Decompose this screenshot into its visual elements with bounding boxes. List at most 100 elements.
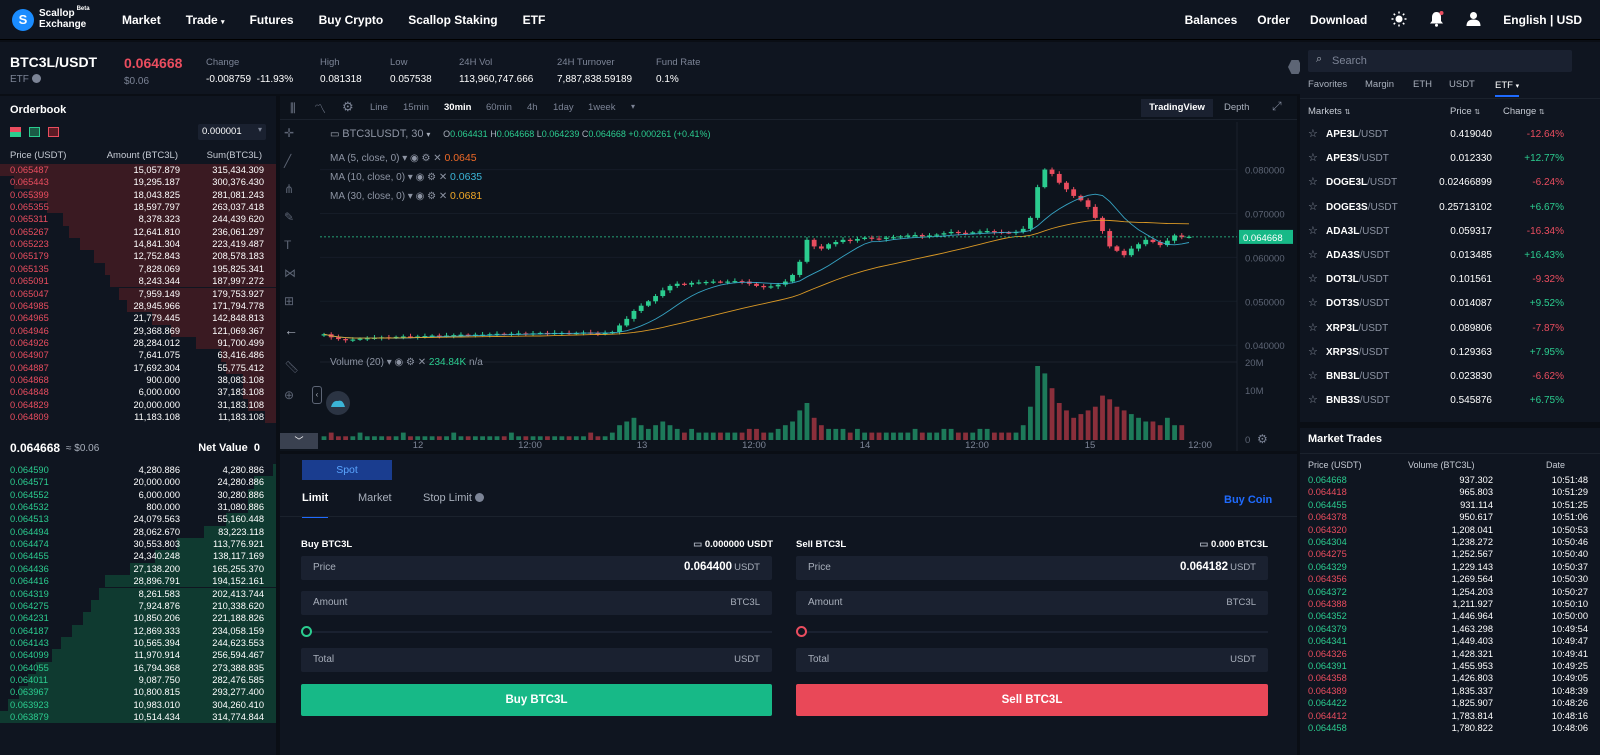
- market-row[interactable]: ☆ APE3S/USDT 0.012330 +12.77%: [1300, 147, 1568, 171]
- orderbook-bid-row[interactable]: 0.064011 9,087.750 282,476.585: [0, 673, 276, 687]
- sun-icon[interactable]: [1391, 11, 1407, 30]
- orderbook-ask-row[interactable]: 0.064907 7,641.075 63,416.486: [0, 349, 276, 362]
- orderbook-bid-row[interactable]: 0.064455 24,340.248 138,117.169: [0, 550, 276, 563]
- orderbook-bid-row[interactable]: 0.064231 10,850.206 221,188.826: [0, 612, 276, 625]
- star-icon[interactable]: ☆: [1308, 321, 1318, 334]
- orderbook-ask-row[interactable]: 0.065355 18,597.797 263,037.418: [0, 201, 276, 214]
- star-icon[interactable]: ☆: [1308, 369, 1318, 382]
- orderbook-bid-row[interactable]: 0.064055 16,794.368 273,388.835: [0, 661, 276, 674]
- tf-4h[interactable]: 4h: [527, 102, 538, 113]
- tab-etf[interactable]: ETF ▾: [1495, 80, 1520, 97]
- slider-handle[interactable]: [301, 626, 312, 637]
- info-icon[interactable]: [31, 74, 41, 83]
- back-arrow-icon[interactable]: ←: [284, 322, 312, 360]
- collapse-icon[interactable]: ▭: [330, 129, 339, 140]
- user-icon[interactable]: [1466, 11, 1481, 29]
- orderbook-bid-row[interactable]: 0.063879 10,514.434 314,774.844: [0, 711, 276, 724]
- nav-download[interactable]: Download: [1310, 13, 1367, 27]
- orderbook-ask-row[interactable]: 0.065047 7,959.149 179,753.927: [0, 287, 276, 300]
- market-row[interactable]: ☆ DOT3S/USDT 0.014087 +9.52%: [1300, 292, 1568, 316]
- orderbook-ask-row[interactable]: 0.065311 8,378.323 244,439.620: [0, 213, 276, 226]
- orderbook-ask-row[interactable]: 0.064926 28,284.012 91,700.499: [0, 336, 276, 350]
- nav-trade[interactable]: Trade ▾: [186, 13, 225, 27]
- buy-button[interactable]: Buy BTC3L: [301, 684, 772, 716]
- orderbook-bid-row[interactable]: 0.064494 28,062.670 83,223.118: [0, 525, 276, 539]
- ruler-icon[interactable]: 📏︎: [284, 360, 312, 388]
- star-icon[interactable]: ☆: [1308, 272, 1318, 285]
- tf-more-caret-icon[interactable]: ▾: [631, 102, 635, 111]
- orderbook-ask-row[interactable]: 0.065135 7,828.069 195,825.341: [0, 262, 276, 276]
- orderbook-ask-row[interactable]: 0.065267 12,641.810 236,061.297: [0, 225, 276, 239]
- orderbook-ask-row[interactable]: 0.065179 12,752.843 208,578.183: [0, 250, 276, 263]
- buy-amount-field[interactable]: Amount BTC3L: [301, 591, 772, 615]
- orderbook-bid-row[interactable]: 0.064513 24,079.563 55,160.448: [0, 513, 276, 526]
- ma30-row[interactable]: MA (30, close, 0) ▾ ◉ ⚙ ✕ 0.0681: [330, 187, 482, 206]
- sell-total-field[interactable]: Total USDT: [796, 648, 1268, 672]
- orderbook-bid-row[interactable]: 0.064187 12,869.333 234,058.159: [0, 624, 276, 637]
- measure-icon[interactable]: ⊞: [284, 294, 312, 322]
- orderbook-ask-row[interactable]: 0.064848 6,000.000 37,183.108: [0, 386, 276, 399]
- slider-handle[interactable]: [796, 626, 807, 637]
- orderbook-ask-row[interactable]: 0.065487 15,057.879 315,434.309: [0, 164, 276, 177]
- tf-line[interactable]: Line: [370, 102, 388, 113]
- star-icon[interactable]: ☆: [1308, 393, 1318, 406]
- buy-amount-slider[interactable]: [301, 626, 772, 638]
- info-icon[interactable]: [474, 493, 484, 502]
- nav-etf[interactable]: ETF: [523, 13, 546, 27]
- market-row[interactable]: ☆ DOGE3S/USDT 0.25713102 +6.67%: [1300, 196, 1568, 220]
- fib-icon[interactable]: ⋔: [284, 182, 312, 210]
- language-currency-selector[interactable]: English | USD: [1503, 13, 1582, 27]
- star-icon[interactable]: ☆: [1308, 175, 1318, 188]
- tf-1week[interactable]: 1week: [588, 102, 615, 113]
- sell-amount-field[interactable]: Amount BTC3L: [796, 591, 1268, 615]
- logo[interactable]: S Scallop Beta Exchange: [12, 6, 112, 31]
- orderbook-ask-row[interactable]: 0.064946 29,368.869 121,069.367: [0, 324, 276, 337]
- nav-scallop-staking[interactable]: Scallop Staking: [408, 13, 497, 27]
- tab-eth[interactable]: ETH: [1413, 79, 1432, 90]
- view-bids-icon[interactable]: [29, 127, 40, 137]
- star-icon[interactable]: ☆: [1308, 151, 1318, 164]
- ma10-row[interactable]: MA (10, close, 0) ▾ ◉ ⚙ ✕ 0.0635: [330, 168, 482, 187]
- market-search-input[interactable]: ⌕ Search: [1308, 50, 1572, 72]
- orderbook-ask-row[interactable]: 0.065443 19,295.187 300,376.430: [0, 176, 276, 189]
- fullscreen-icon[interactable]: ⤢: [1272, 99, 1282, 114]
- market-row[interactable]: ☆ ADA3S/USDT 0.013485 +16.43%: [1300, 244, 1568, 268]
- precision-select[interactable]: 0.000001 ▾: [198, 124, 266, 140]
- bell-icon[interactable]: [1429, 10, 1444, 30]
- chart-settings-icon[interactable]: ⚙: [342, 99, 354, 115]
- symbol-title[interactable]: BTC3L/USDT: [10, 54, 97, 70]
- crosshair-icon[interactable]: ✛: [284, 126, 312, 154]
- orderbook-ask-row[interactable]: 0.065091 8,243.344 187,997.272: [0, 275, 276, 288]
- orderbook-ask-row[interactable]: 0.064829 20,000.000 31,183.108: [0, 398, 276, 411]
- tab-depth[interactable]: Depth: [1224, 102, 1249, 113]
- nav-buy-crypto[interactable]: Buy Crypto: [319, 13, 384, 27]
- pattern-icon[interactable]: ⋈: [284, 266, 312, 294]
- orderbook-bid-row[interactable]: 0.064590 4,280.886 4,280.886: [0, 464, 276, 477]
- sell-price-field[interactable]: Price 0.064182 USDT: [796, 556, 1268, 580]
- market-row[interactable]: ☆ BNB3S/USDT 0.545876 +6.75%: [1300, 389, 1568, 413]
- star-icon[interactable]: ☆: [1308, 224, 1318, 237]
- buy-price-field[interactable]: Price 0.064400 USDT: [301, 556, 772, 580]
- collapse-toolbar-icon[interactable]: ‹: [312, 386, 322, 404]
- zoom-icon[interactable]: ⊕: [284, 388, 312, 416]
- nav-order[interactable]: Order: [1257, 13, 1290, 27]
- orderbook-bid-row[interactable]: 0.064319 8,261.583 202,413.744: [0, 587, 276, 600]
- star-icon[interactable]: ☆: [1308, 200, 1318, 213]
- star-icon[interactable]: ☆: [1308, 248, 1318, 261]
- orderbook-bid-row[interactable]: 0.064143 10,565.394 244,623.553: [0, 636, 276, 650]
- text-tool-icon[interactable]: T: [284, 238, 312, 266]
- star-icon[interactable]: ☆: [1308, 296, 1318, 309]
- tab-limit[interactable]: Limit: [302, 492, 329, 518]
- orderbook-bid-row[interactable]: 0.063923 10,983.010 304,260.410: [0, 698, 276, 711]
- orderbook-bid-row[interactable]: 0.064099 11,970.914 256,594.467: [0, 649, 276, 662]
- tab-spot[interactable]: Spot: [302, 460, 392, 480]
- indicators-icon[interactable]: 〽: [314, 100, 326, 117]
- market-row[interactable]: ☆ BNB3L/USDT 0.023830 -6.62%: [1300, 365, 1568, 389]
- tab-margin[interactable]: Margin: [1365, 79, 1394, 90]
- market-row[interactable]: ☆ ADA3L/USDT 0.059317 -16.34%: [1300, 220, 1568, 244]
- tab-tradingview[interactable]: TradingView: [1141, 99, 1213, 117]
- orderbook-ask-row[interactable]: 0.064809 11,183.108 11,183.108: [0, 411, 276, 424]
- ma5-row[interactable]: MA (5, close, 0) ▾ ◉ ⚙ ✕ 0.0645: [330, 149, 482, 168]
- axis-settings-icon[interactable]: ⚙: [1257, 432, 1268, 446]
- orderbook-bid-row[interactable]: 0.063967 10,800.815 293,277.400: [0, 686, 276, 699]
